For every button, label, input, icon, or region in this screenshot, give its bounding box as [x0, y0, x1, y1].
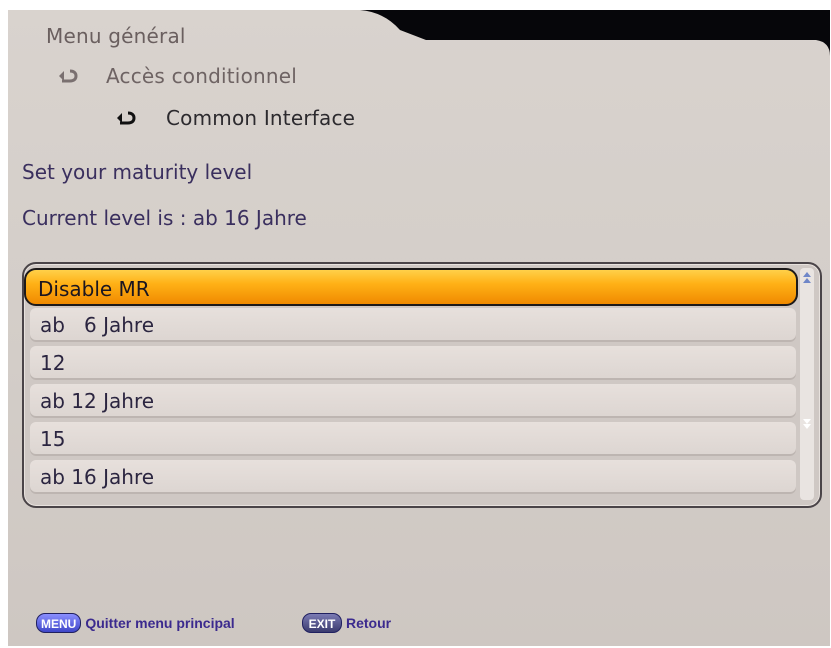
current-level-text: Current level is : ab 16 Jahre: [22, 206, 307, 230]
list-item-disable-mr[interactable]: Disable MR: [24, 268, 798, 306]
return-arrow-icon: [116, 110, 136, 126]
list-item-ab-16-jahre[interactable]: ab 16 Jahre: [30, 460, 796, 494]
list-item-ab-12-jahre[interactable]: ab 12 Jahre: [30, 384, 796, 418]
exit-key-label: Retour: [346, 615, 392, 631]
footer-menu-hint[interactable]: MENU Quitter menu principal: [36, 612, 235, 634]
breadcrumb-menu-general[interactable]: Menu général: [46, 24, 186, 48]
set-top-box-screen: Menu général Accès conditionnel Common I…: [0, 0, 831, 648]
menu-key-badge[interactable]: MENU: [36, 613, 82, 633]
list-item-12[interactable]: 12: [30, 346, 796, 380]
breadcrumb-common-interface[interactable]: Common Interface: [166, 106, 355, 130]
footer-exit-hint[interactable]: EXIT Retour: [302, 612, 391, 634]
scroll-up-arrow-icon[interactable]: [803, 272, 811, 284]
menu-key-label: Quitter menu principal: [85, 615, 235, 631]
list-item-15[interactable]: 15: [30, 422, 796, 456]
maturity-prompt: Set your maturity level: [22, 160, 253, 184]
exit-key-badge[interactable]: EXIT: [302, 613, 342, 633]
list-scrollbar[interactable]: [800, 268, 814, 500]
return-arrow-icon: [58, 68, 78, 84]
scroll-down-arrow-icon[interactable]: [803, 418, 811, 430]
breadcrumb-acces-conditionnel[interactable]: Accès conditionnel: [106, 64, 297, 88]
maturity-level-list[interactable]: Disable MR ab 6 Jahre 12 ab 12 Jahre 15 …: [22, 262, 822, 508]
list-item-ab-6-jahre[interactable]: ab 6 Jahre: [30, 308, 796, 342]
